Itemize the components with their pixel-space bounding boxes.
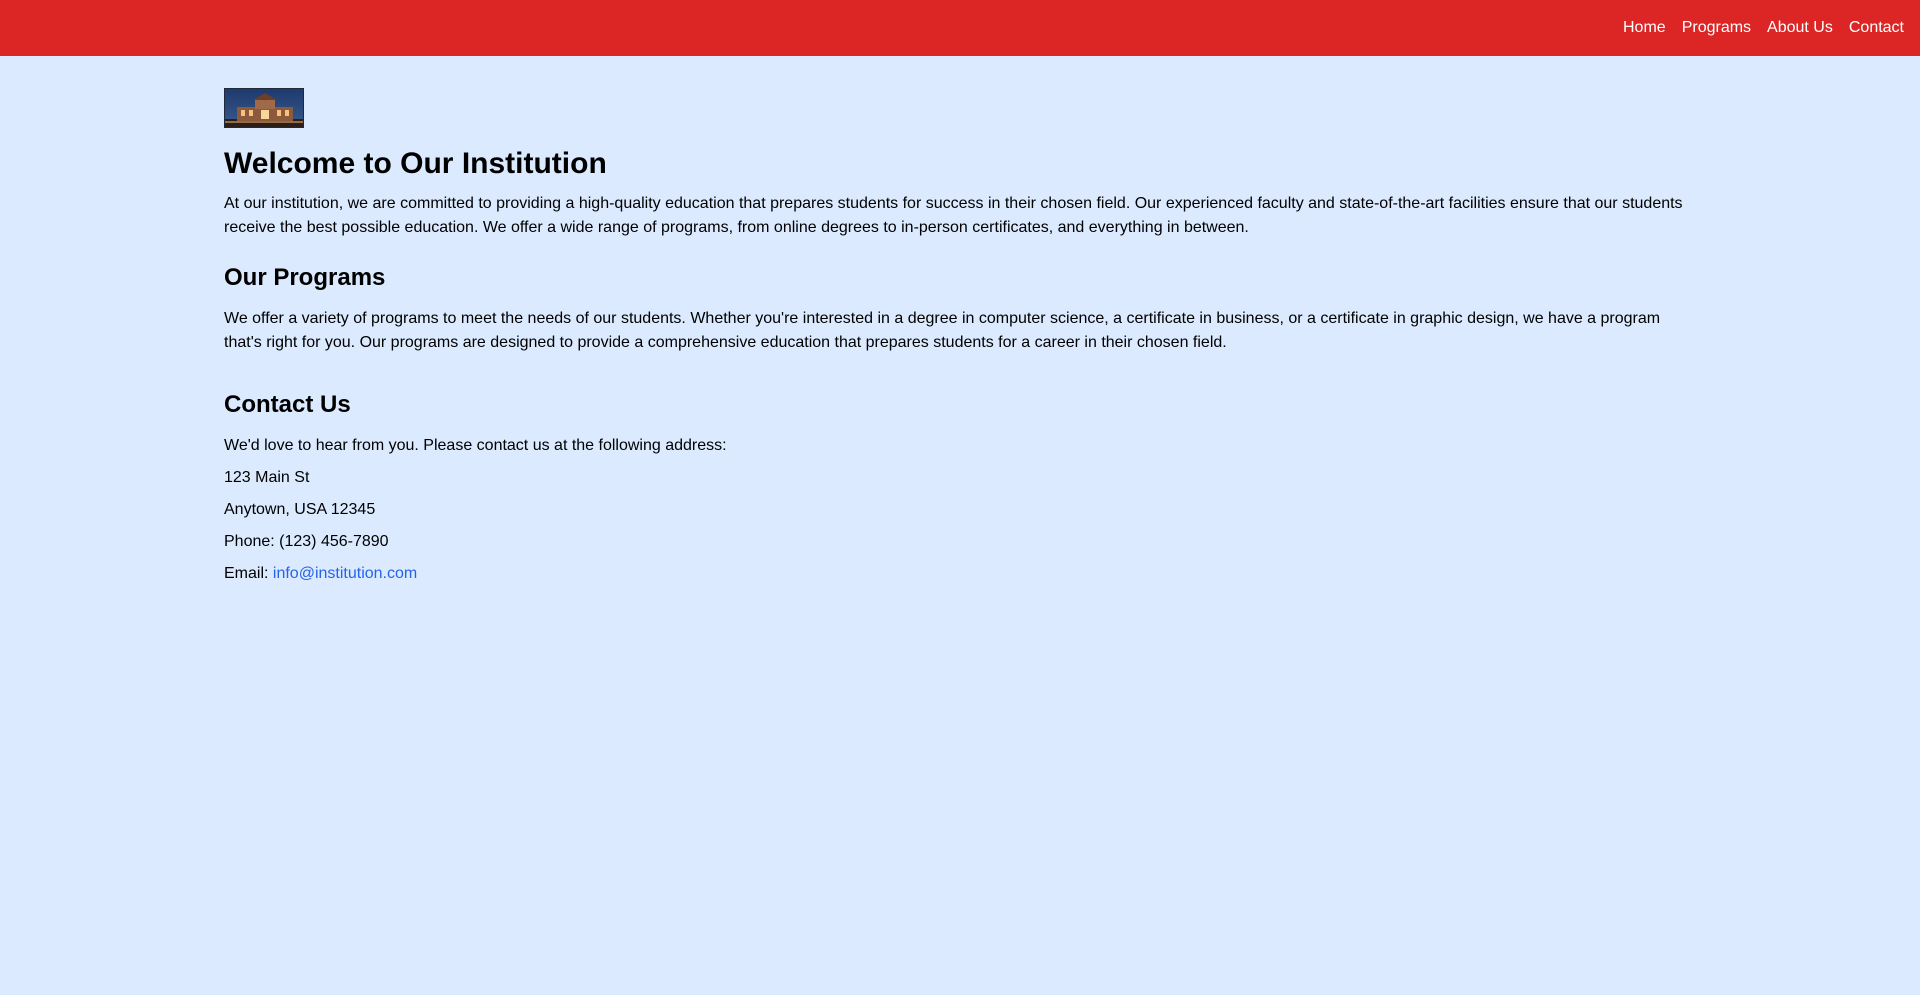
contact-phone: Phone: (123) 456-7890 xyxy=(224,532,389,550)
contact-city: Anytown, USA 12345 xyxy=(224,500,376,518)
top-navigation-bar: Home Programs About Us Contact xyxy=(0,0,1920,56)
contact-intro: We'd love to hear from you. Please conta… xyxy=(224,436,727,454)
contact-title: Contact Us xyxy=(224,390,351,418)
programs-title: Our Programs xyxy=(224,264,386,291)
nav-contact-link[interactable]: Contact xyxy=(1849,20,1904,36)
contact-street: 123 Main St xyxy=(224,468,310,486)
nav-about-us-link[interactable]: About Us xyxy=(1767,20,1833,36)
welcome-text: At our institution, we are committed to … xyxy=(224,195,1683,236)
institution-logo-image xyxy=(224,88,304,128)
contact-email-link[interactable]: info@institution.com xyxy=(273,565,417,582)
nav-programs-link[interactable]: Programs xyxy=(1682,20,1751,36)
nav-home-link[interactable]: Home xyxy=(1623,20,1666,36)
programs-text: We offer a variety of programs to meet t… xyxy=(224,309,1661,351)
main-nav: Home Programs About Us Contact xyxy=(1623,0,1904,56)
contact-email-label: Email: xyxy=(224,564,273,582)
welcome-title: Welcome to Our Institution xyxy=(224,147,607,180)
main-content: Welcome to Our Institution At our instit… xyxy=(224,88,1684,594)
contact-email-line: Email: info@institution.com xyxy=(224,562,1684,586)
